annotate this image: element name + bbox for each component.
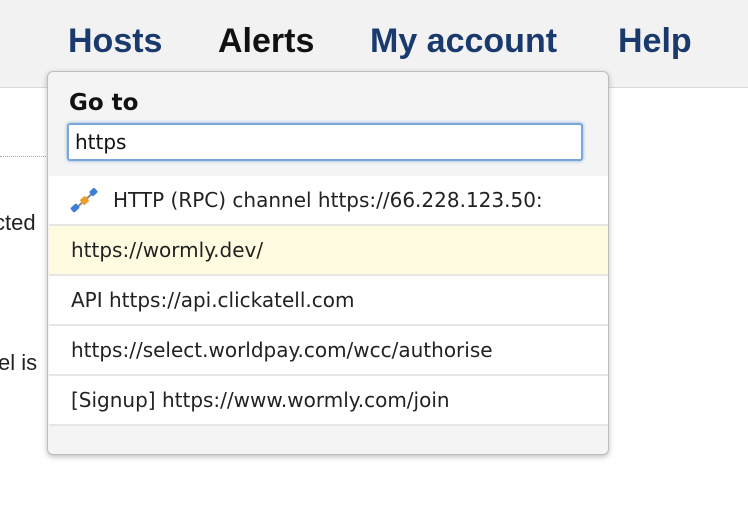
result-label: [Signup] https://www.wormly.com/join <box>71 388 450 412</box>
nav-alerts[interactable]: Alerts <box>218 20 314 62</box>
goto-search-input[interactable] <box>67 123 583 161</box>
results-list: HTTP (RPC) channel https://66.228.123.50… <box>49 176 608 426</box>
result-item-http-rpc-channel[interactable]: HTTP (RPC) channel https://66.228.123.50… <box>49 176 608 226</box>
goto-dropdown: Go to HTTP (RPC) channel https://66.228.… <box>47 71 609 455</box>
result-label: API https://api.clickatell.com <box>71 288 355 312</box>
result-item-worldpay-authorise[interactable]: https://select.worldpay.com/wcc/authoris… <box>49 326 608 376</box>
result-item-clickatell-api[interactable]: API https://api.clickatell.com <box>49 276 608 326</box>
result-label: HTTP (RPC) channel https://66.228.123.50… <box>113 188 543 212</box>
result-label: https://select.worldpay.com/wcc/authoris… <box>71 338 493 362</box>
result-label: https://wormly.dev/ <box>71 238 264 262</box>
plug-connector-icon <box>70 188 98 213</box>
nav-my-account[interactable]: My account <box>370 20 557 62</box>
nav-hosts[interactable]: Hosts <box>68 20 162 62</box>
background-text: el is <box>0 350 38 375</box>
dotted-divider <box>0 156 50 157</box>
goto-title: Go to <box>69 90 139 116</box>
background-text: cted <box>0 210 36 235</box>
result-item-wormly-dev[interactable]: https://wormly.dev/ <box>49 226 608 276</box>
nav-help[interactable]: Help <box>618 20 692 62</box>
result-item-wormly-signup[interactable]: [Signup] https://www.wormly.com/join <box>49 376 608 426</box>
